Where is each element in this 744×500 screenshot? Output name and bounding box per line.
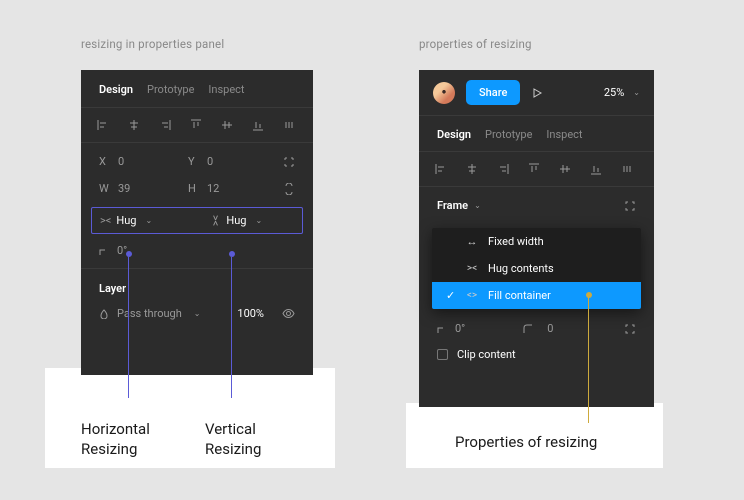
rotation-row: 0° 0 [419,309,654,348]
annot-vertical: Vertical Resizing [205,419,261,460]
radius-input[interactable]: 0 [547,322,553,335]
vertical-resize-dropdown[interactable]: >< Hug ⌄ [210,214,294,227]
align-right-icon[interactable] [495,161,511,177]
properties-panel: Design Prototype Inspect X 0 Y 0 [81,70,313,375]
clip-checkbox[interactable] [437,349,448,360]
radius-icon [523,324,533,334]
clip-row: Clip content [419,348,654,377]
y-input[interactable]: 0 [207,155,277,168]
tab-inspect[interactable]: Inspect [208,83,244,96]
tidy-icon[interactable] [619,161,635,177]
fixed-width-icon: ↔ [465,235,479,248]
annot-properties: Properties of resizing [455,432,597,452]
w-label: W [99,182,118,195]
align-toolbar [81,108,313,143]
check-icon: ✓ [446,289,456,302]
zoom-dropdown[interactable]: 25% ⌄ [604,86,640,99]
chevron-down-icon: ⌄ [194,309,201,318]
visibility-icon[interactable] [282,307,295,320]
rotation-icon [437,324,447,334]
tidy-icon[interactable] [281,117,297,133]
present-icon[interactable] [531,87,543,99]
option-label: Hug contents [488,262,554,275]
layer-section: Layer Pass through ⌄ 100% [81,269,313,329]
frame-dropdown[interactable]: Frame [437,199,468,212]
resize-dropdown-menu: ↔ Fixed width >< Hug contents ✓ <> Fill … [432,228,641,309]
annot-line [128,257,129,398]
tab-inspect[interactable]: Inspect [546,128,582,141]
top-bar: Share 25% ⌄ [419,70,654,116]
annot-line [231,257,232,398]
avatar[interactable] [433,82,455,104]
hug-vertical-icon: >< [209,215,222,226]
opacity-input[interactable]: 100% [237,307,264,320]
tab-prototype[interactable]: Prototype [485,128,532,141]
independent-corners-icon[interactable] [624,323,636,335]
zoom-value: 25% [604,86,624,99]
h-label: H [188,182,207,195]
section-title: resizing in properties panel [81,37,313,51]
resize-row: >< Hug ⌄ >< Hug ⌄ [91,207,303,234]
position-section: X 0 Y 0 W 39 H 12 >< Hug [81,143,313,269]
annot-dot [586,292,592,298]
fill-icon: <> [465,290,479,301]
option-label: Fill container [488,289,551,302]
hug-horizontal-icon: >< [100,214,111,227]
chevron-down-icon: ⌄ [255,216,262,225]
align-hcenter-icon[interactable] [126,117,142,133]
tab-bar: Design Prototype Inspect [81,70,313,108]
chevron-down-icon: ⌄ [474,201,481,210]
chevron-down-icon: ⌄ [633,88,640,97]
align-vcenter-icon[interactable] [219,117,235,133]
h-input[interactable]: 12 [207,182,277,195]
hug-icon: >< [465,263,479,274]
rotation-icon [99,246,109,256]
align-bottom-icon[interactable] [250,117,266,133]
tab-design[interactable]: Design [99,83,133,96]
align-right-icon[interactable] [157,117,173,133]
chevron-down-icon: ⌄ [145,216,152,225]
lock-aspect-icon[interactable] [283,183,295,195]
blend-mode-dropdown[interactable]: Pass through [117,307,182,320]
annot-horizontal: Horizontal Resizing [81,419,150,460]
properties-panel: Share 25% ⌄ Design Prototype Inspect [419,70,654,407]
tab-prototype[interactable]: Prototype [147,83,194,96]
frame-row: Frame ⌄ [419,187,654,224]
option-fill-container[interactable]: ✓ <> Fill container [432,282,641,309]
align-left-icon[interactable] [433,161,449,177]
share-button[interactable]: Share [466,80,520,105]
option-fixed-width[interactable]: ↔ Fixed width [432,228,641,255]
blend-icon [99,309,109,319]
section-title: properties of resizing [419,37,654,51]
option-hug-contents[interactable]: >< Hug contents [432,255,641,282]
align-toolbar [419,152,654,187]
x-label: X [99,155,118,168]
annot-line [588,297,589,423]
vertical-resize-value: Hug [226,214,246,227]
annot-dot [229,251,235,257]
tab-design[interactable]: Design [437,128,471,141]
constraints-icon[interactable] [283,156,295,168]
align-hcenter-icon[interactable] [464,161,480,177]
tab-bar: Design Prototype Inspect [419,116,654,152]
clip-label: Clip content [457,348,516,361]
align-left-icon[interactable] [95,117,111,133]
align-vcenter-icon[interactable] [557,161,573,177]
align-top-icon[interactable] [526,161,542,177]
align-bottom-icon[interactable] [588,161,604,177]
y-label: Y [188,155,207,168]
x-input[interactable]: 0 [118,155,188,168]
option-label: Fixed width [488,235,544,248]
align-top-icon[interactable] [188,117,204,133]
annot-dot [126,251,132,257]
horizontal-resize-dropdown[interactable]: >< Hug ⌄ [100,214,184,227]
w-input[interactable]: 39 [118,182,188,195]
horizontal-resize-value: Hug [116,214,136,227]
resize-fit-icon[interactable] [624,200,636,212]
rotation-input[interactable]: 0° [455,322,465,335]
